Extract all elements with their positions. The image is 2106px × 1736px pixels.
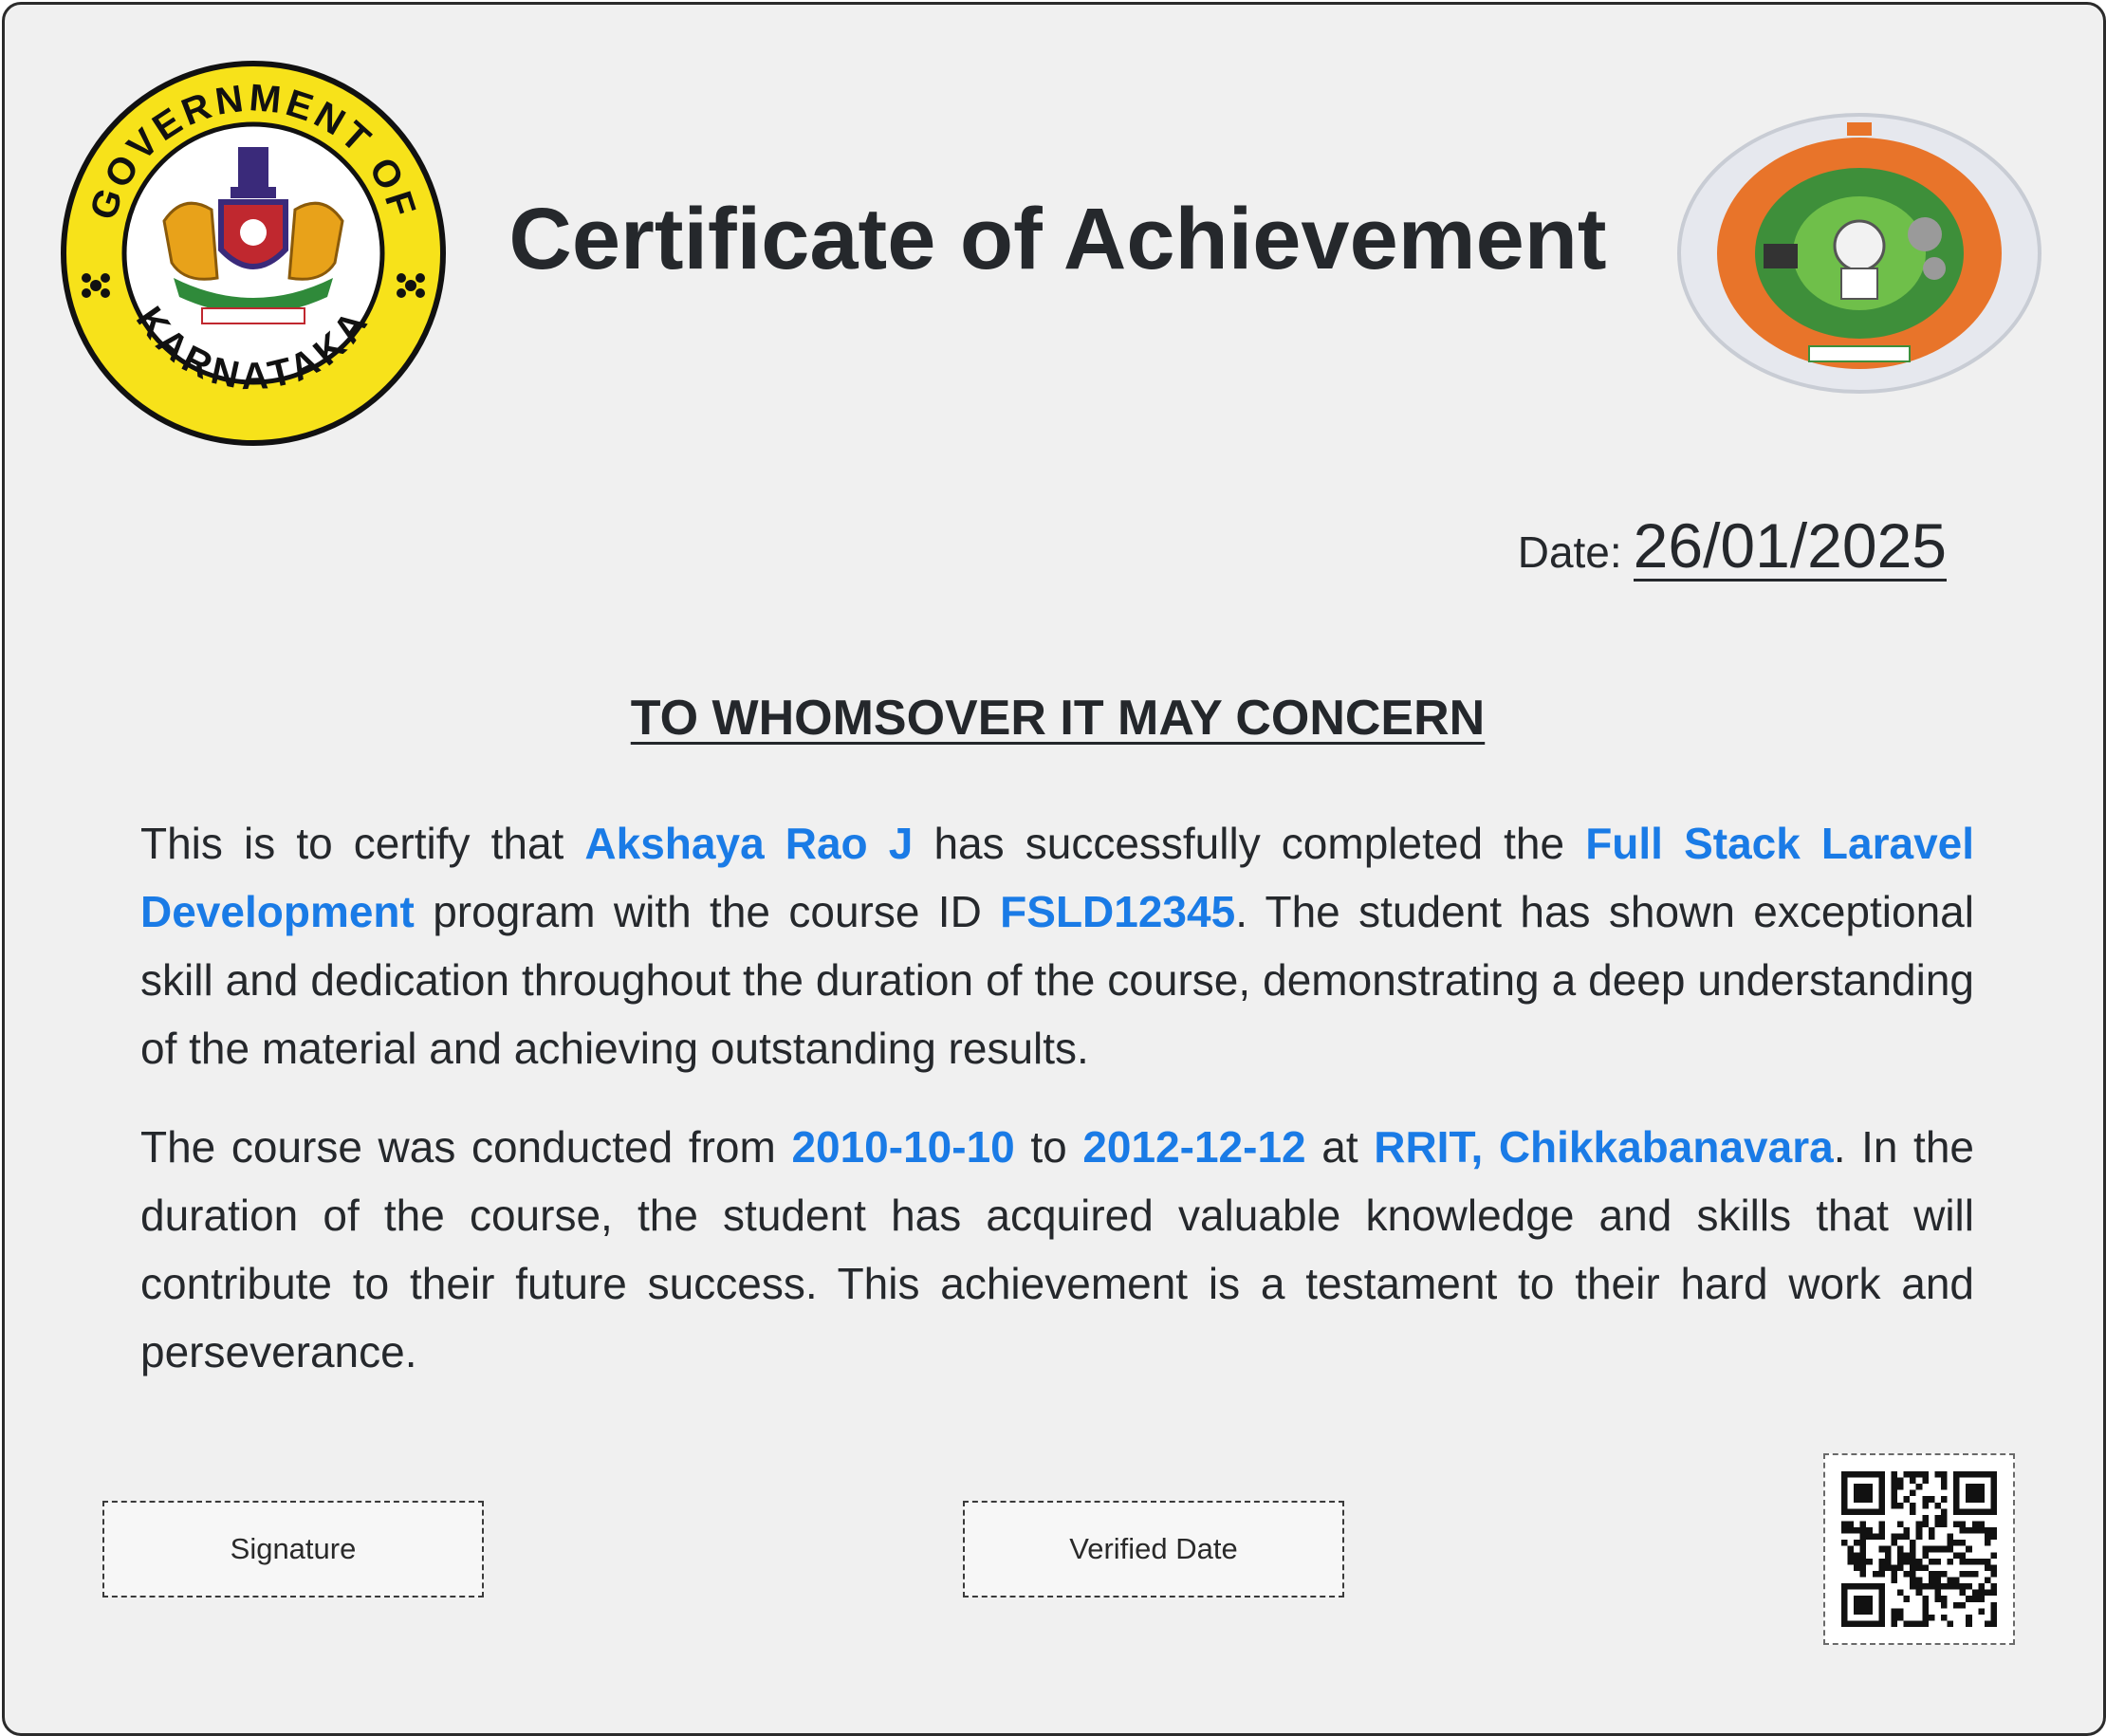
paragraph-2: The course was conducted from 2010-10-10… (140, 1113, 1974, 1386)
p1-text-2: has successfully completed the (913, 819, 1586, 868)
start-date: 2010-10-10 (791, 1122, 1015, 1172)
concern-heading-text: TO WHOMSOVER IT MAY CONCERN (630, 691, 1486, 746)
vtu-logo-icon (1677, 113, 2041, 394)
student-name: Akshaya Rao J (584, 819, 914, 868)
date-value: 26/01/2025 (1633, 510, 1947, 582)
concern-heading: TO WHOMSOVER IT MAY CONCERN (5, 690, 2106, 747)
course-id: FSLD12345 (1000, 887, 1236, 936)
certificate-title: Certificate of Achievement (508, 191, 1607, 287)
verified-date-label: Verified Date (1069, 1532, 1238, 1565)
certificate-body: This is to certify that Akshaya Rao J ha… (140, 809, 1974, 1416)
date-label: Date: (1517, 527, 1622, 577)
signature-box: Signature (102, 1501, 484, 1597)
qr-code-icon (1841, 1471, 1997, 1627)
location: RRIT, Chikkabanavara (1374, 1122, 1834, 1172)
p2-text-3: at (1305, 1122, 1375, 1172)
end-date: 2012-12-12 (1082, 1122, 1306, 1172)
paragraph-1: This is to certify that Akshaya Rao J ha… (140, 809, 1974, 1082)
date-row: Date: 26/01/2025 (1517, 510, 1947, 582)
p2-text-1: The course was conducted from (140, 1122, 792, 1172)
p1-text-1: This is to certify that (140, 819, 585, 868)
qr-code-box[interactable] (1823, 1453, 2015, 1645)
p1-text-3: program with the course ID (414, 887, 1001, 936)
karnataka-emblem-icon: GOVERNMENT OF KARNATAKA (61, 61, 446, 446)
signature-label: Signature (230, 1532, 357, 1565)
verified-date-box: Verified Date (963, 1501, 1344, 1597)
certificate-frame: GOVERNMENT OF KARNATAKA Certificate of A… (2, 2, 2106, 1736)
p2-text-2: to (1014, 1122, 1083, 1172)
